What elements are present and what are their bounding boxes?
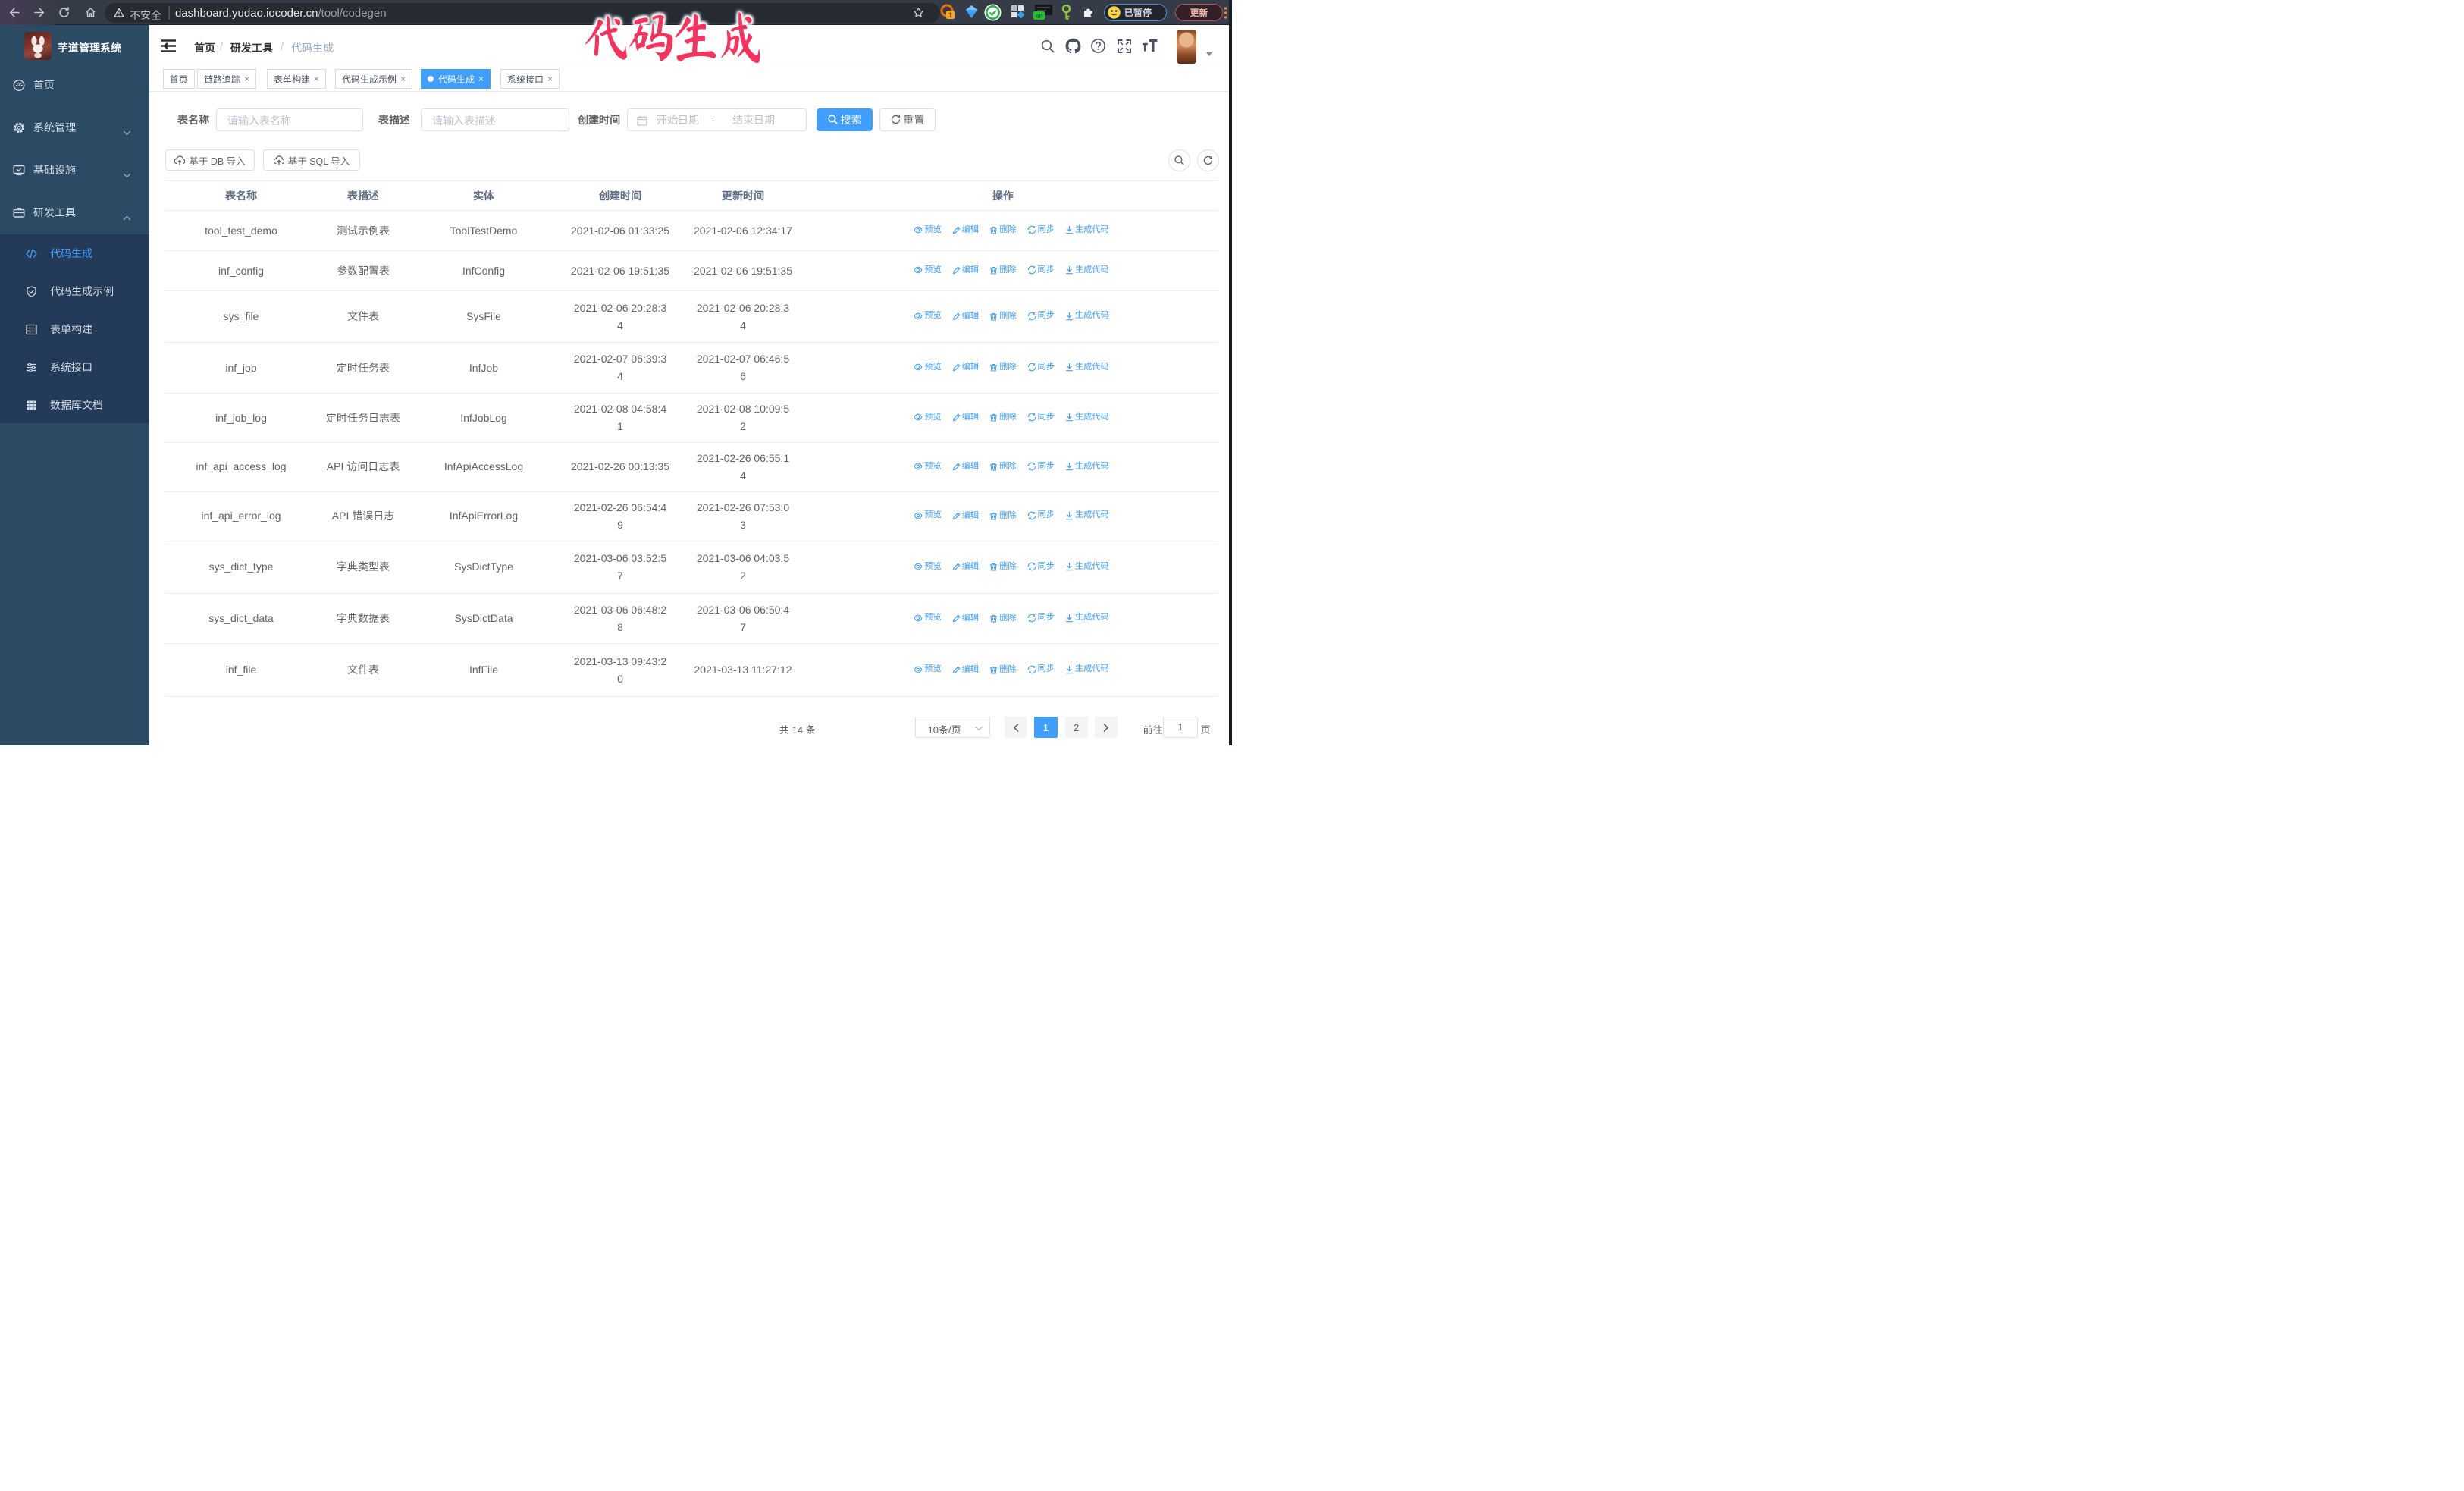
svg-text:on: on <box>1036 13 1043 20</box>
svg-text:1: 1 <box>948 11 952 19</box>
